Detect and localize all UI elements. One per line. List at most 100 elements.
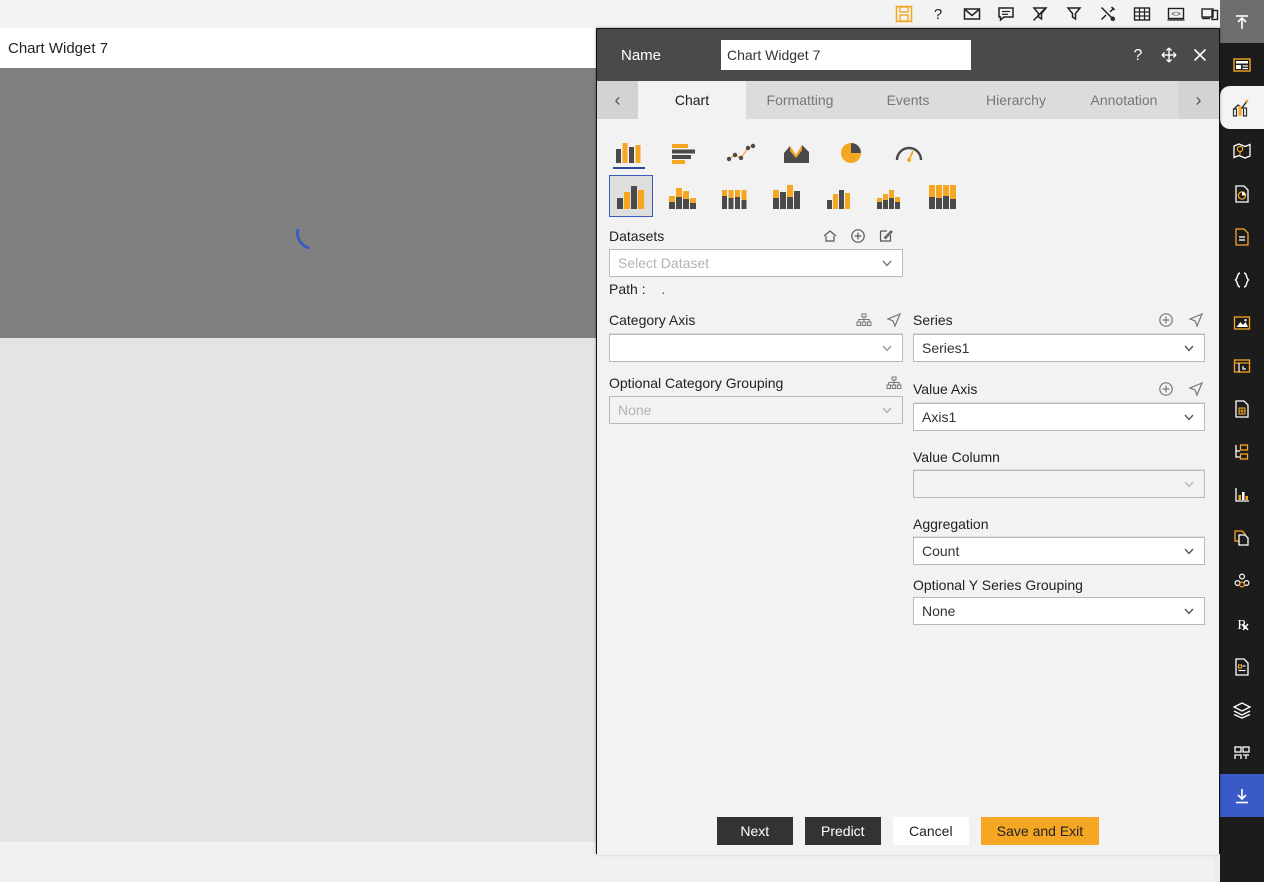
category-axis-select[interactable] <box>609 334 903 362</box>
gauge-chart-type[interactable] <box>891 135 927 169</box>
category-axis-header: Category Axis <box>609 309 903 334</box>
image-widget-icon[interactable] <box>1220 301 1264 344</box>
comment-icon[interactable] <box>996 4 1016 24</box>
svg-text:R: R <box>1237 618 1247 633</box>
value-column-header: Value Column <box>913 447 1205 470</box>
aggregation-select[interactable]: Count <box>913 537 1205 565</box>
copy-page-icon[interactable] <box>1220 516 1264 559</box>
area-chart-type[interactable] <box>779 135 815 169</box>
stacked-grouped-column-subtype[interactable] <box>765 175 809 217</box>
close-icon[interactable] <box>1191 46 1209 64</box>
next-button[interactable]: Next <box>716 817 793 845</box>
form-document-icon[interactable] <box>1220 645 1264 688</box>
bar-chart-icon[interactable] <box>1220 473 1264 516</box>
tabs-next-arrow[interactable]: › <box>1178 81 1219 119</box>
chart-subtype-row <box>597 169 1219 217</box>
tab-annotation[interactable]: Annotation <box>1070 81 1178 119</box>
overlapped-column-subtype[interactable] <box>817 175 861 217</box>
chart-widget-icon[interactable] <box>1220 86 1264 129</box>
tab-hierarchy[interactable]: Hierarchy <box>962 81 1070 119</box>
bar-chart-type[interactable] <box>667 135 703 169</box>
collapse-up-icon[interactable] <box>1220 0 1264 43</box>
svg-text:?: ? <box>1134 47 1143 64</box>
predict-button[interactable]: Predict <box>804 817 881 845</box>
chevron-down-icon <box>880 403 894 417</box>
download-icon[interactable] <box>1220 774 1264 817</box>
panel-widget-icon[interactable] <box>1220 344 1264 387</box>
full-stacked-column-subtype[interactable] <box>921 175 965 217</box>
tab-formatting[interactable]: Formatting <box>746 81 854 119</box>
home-icon[interactable] <box>821 227 839 245</box>
scatter-chart-type[interactable] <box>723 135 759 169</box>
y-series-grouping-value: None <box>922 603 956 619</box>
dashboard-icon[interactable] <box>1220 43 1264 86</box>
mixed-column-subtype[interactable] <box>869 175 913 217</box>
navigate-icon[interactable] <box>1187 311 1205 329</box>
navigate-icon[interactable] <box>1187 380 1205 398</box>
edit-icon[interactable] <box>877 227 895 245</box>
right-icon-rail: R <box>1220 0 1264 882</box>
prescription-icon[interactable]: R <box>1220 602 1264 645</box>
category-grouping-header: Optional Category Grouping <box>609 372 903 396</box>
value-axis-label: Value Axis <box>913 381 978 397</box>
tab-chart[interactable]: Chart <box>638 81 746 119</box>
navigate-icon[interactable] <box>885 311 903 329</box>
clustered-column-subtype[interactable] <box>609 175 653 217</box>
stacked-100-column-subtype[interactable] <box>713 175 757 217</box>
value-axis-value: Axis1 <box>922 409 957 425</box>
category-grouping-select[interactable]: None <box>609 396 903 424</box>
move-icon[interactable] <box>1160 46 1178 64</box>
cubes-icon[interactable] <box>1220 559 1264 602</box>
chevron-down-icon <box>1182 410 1196 424</box>
hierarchy-icon[interactable] <box>885 374 903 392</box>
svg-text:?: ? <box>934 6 942 23</box>
save-and-exit-button[interactable]: Save and Exit <box>980 817 1100 845</box>
value-axis-header: Value Axis <box>913 378 1205 403</box>
json-braces-icon[interactable] <box>1220 258 1264 301</box>
category-axis-label: Category Axis <box>609 312 696 328</box>
dialog-header-actions: ? <box>1129 46 1209 64</box>
map-widget-icon[interactable] <box>1220 129 1264 172</box>
field-columns: Category Axis Optional Category Grouping… <box>597 297 1219 625</box>
column-chart-type[interactable] <box>611 135 647 169</box>
stacked-column-subtype[interactable] <box>661 175 705 217</box>
aggregation-label: Aggregation <box>913 516 989 532</box>
y-series-grouping-select[interactable]: None <box>913 597 1205 625</box>
widget-name-input[interactable] <box>721 40 971 70</box>
add-circle-icon[interactable] <box>849 227 867 245</box>
code-icon[interactable]: <> <box>1166 4 1186 24</box>
report-chart-icon[interactable] <box>1220 172 1264 215</box>
add-circle-icon[interactable] <box>1157 380 1175 398</box>
layers-icon[interactable] <box>1220 688 1264 731</box>
save-icon[interactable] <box>894 4 914 24</box>
table-icon[interactable] <box>1132 4 1152 24</box>
components-icon[interactable] <box>1220 731 1264 774</box>
spreadsheet-icon[interactable] <box>1220 387 1264 430</box>
series-label: Series <box>913 312 953 328</box>
tab-events[interactable]: Events <box>854 81 962 119</box>
tree-folder-icon[interactable] <box>1220 430 1264 473</box>
document-icon[interactable] <box>1220 215 1264 258</box>
add-circle-icon[interactable] <box>1157 311 1175 329</box>
mail-icon[interactable] <box>962 4 982 24</box>
series-select[interactable]: Series1 <box>913 334 1205 362</box>
top-toolbar: ? <> <box>0 0 1264 28</box>
category-grouping-value: None <box>618 402 652 418</box>
value-axis-select[interactable]: Axis1 <box>913 403 1205 431</box>
devices-icon[interactable] <box>1200 4 1220 24</box>
dialog-body: Datasets Select Dataset Path: . Categor… <box>597 119 1219 855</box>
hierarchy-icon[interactable] <box>855 311 873 329</box>
filter-icon[interactable] <box>1064 4 1084 24</box>
tools-icon[interactable] <box>1098 4 1118 24</box>
help-icon[interactable]: ? <box>928 4 948 24</box>
clear-filter-icon[interactable] <box>1030 4 1050 24</box>
chart-type-row <box>597 119 1219 169</box>
cancel-button[interactable]: Cancel <box>892 817 969 845</box>
chevron-down-icon <box>1182 544 1196 558</box>
dataset-select[interactable]: Select Dataset <box>609 249 903 277</box>
app-root: ? <> Chart Widget 7 R Name Chart Widget … <box>0 0 1264 882</box>
pie-chart-type[interactable] <box>835 135 871 169</box>
value-column-select[interactable] <box>913 470 1205 498</box>
tabs-prev-arrow[interactable]: ‹ <box>597 81 638 119</box>
help-icon[interactable]: ? <box>1129 46 1147 64</box>
